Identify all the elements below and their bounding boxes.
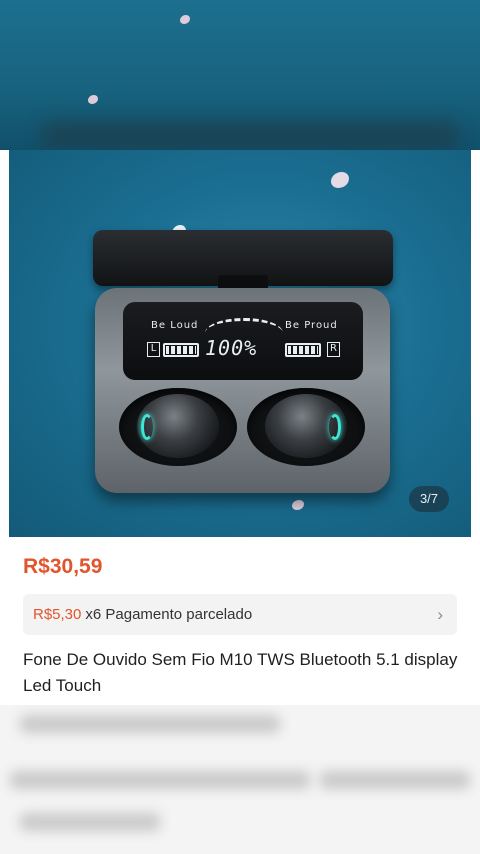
blurred-text	[320, 771, 470, 789]
installment-price: R$5,30	[33, 606, 82, 623]
blurred-text	[10, 771, 310, 789]
petal-decoration	[88, 95, 98, 104]
left-display-label: Be Loud	[151, 320, 199, 331]
petal-decoration	[180, 15, 190, 24]
left-battery-icon	[163, 343, 199, 357]
left-earbud-led	[141, 414, 153, 440]
right-earbud-led	[329, 414, 341, 440]
earbud-case: Be Loud Be Proud L 100% R	[95, 288, 390, 493]
right-earbud	[265, 394, 347, 458]
blurred-content-area	[0, 705, 480, 854]
chevron-right-icon[interactable]: ›	[437, 605, 443, 625]
product-info: R$30,59 R$5,30 x6 Pagamento parcelado › …	[0, 537, 480, 705]
blurred-text	[20, 715, 280, 733]
right-earbud-well	[247, 388, 365, 466]
left-earbud	[137, 394, 219, 458]
blurred-text	[20, 813, 160, 831]
petal-decoration	[331, 172, 349, 188]
right-battery-icon	[285, 343, 321, 357]
right-display-label: Be Proud	[285, 320, 338, 331]
right-letter: R	[327, 342, 340, 357]
product-page: Be Loud Be Proud L 100% R 3/7 R$30,59 R$…	[0, 0, 480, 854]
background-haze	[40, 120, 460, 150]
left-letter: L	[147, 342, 160, 357]
led-display: Be Loud Be Proud L 100% R	[123, 302, 363, 380]
earbud-case-lid	[93, 230, 393, 293]
product-image-carousel[interactable]: Be Loud Be Proud L 100% R 3/7	[9, 150, 471, 537]
blurred-background-image	[0, 0, 480, 150]
battery-percent: 100%	[205, 336, 258, 360]
installment-row[interactable]: R$5,30 x6 Pagamento parcelado ›	[23, 594, 457, 635]
product-title: Fone De Ouvido Sem Fio M10 TWS Bluetooth…	[23, 650, 458, 695]
product-price: R$30,59	[23, 555, 103, 578]
installment-text: x6 Pagamento parcelado	[85, 606, 253, 623]
petal-decoration	[292, 500, 304, 510]
image-counter: 3/7	[409, 486, 449, 512]
left-earbud-well	[119, 388, 237, 466]
